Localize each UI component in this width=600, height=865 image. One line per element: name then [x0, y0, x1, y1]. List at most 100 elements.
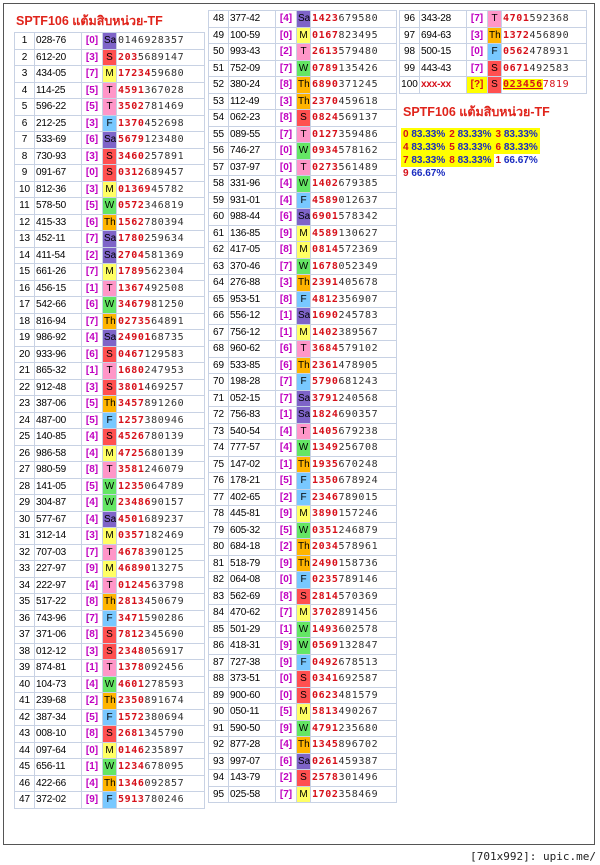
row-digit-value: 8 [283, 79, 289, 91]
row-digit: [4] [81, 444, 103, 462]
table-row: 55 089-55 [7] T 0127359486 [208, 125, 397, 143]
results-table-1: 1 028-76 [0] Sa 0146928357 2 612-20 [3] S 2035689… [14, 32, 205, 809]
sequence-tail: 345690 [144, 629, 185, 641]
row-digit: [4] [81, 494, 103, 512]
sequence-tail: 578342 [338, 211, 379, 223]
row-digit-value: 7 [474, 13, 480, 25]
digit-sequence: 3457891260 [116, 395, 205, 413]
sequence-tail: 579102 [338, 343, 379, 355]
digit-sequence: 3890157246 [310, 505, 397, 523]
row-digit: [4] [81, 510, 103, 528]
table-row: 47 372-02 [9] F 5913780246 [14, 791, 205, 809]
sequence-tail: 680139 [144, 447, 185, 459]
row-digit-value: 5 [89, 480, 95, 492]
sequence-head: 1423 [312, 13, 339, 25]
sequence-tail: 245783 [338, 310, 379, 322]
digit-sequence: 1680247953 [116, 362, 205, 380]
sequence-head: 17234 [118, 68, 152, 80]
row-index: 76 [208, 472, 229, 490]
row-code: 411-54 [34, 246, 82, 264]
row-code: 756-12 [228, 323, 276, 341]
row-digit: [1] [81, 279, 103, 297]
digit-sequence: 2490168735 [116, 329, 205, 347]
row-index: 59 [208, 191, 229, 209]
table-row: 50 993-43 [2] T 2613579480 [208, 43, 397, 61]
table-row: 22 912-48 [3] S 3801469257 [14, 378, 205, 396]
digit-sequence: 0934578162 [310, 142, 397, 160]
digit-sequence: 5913780246 [116, 791, 205, 809]
sequence-head: 3502 [118, 101, 145, 113]
row-code: 434-05 [34, 65, 82, 83]
sequence-head: 3684 [312, 343, 339, 355]
column-2: 48 377-42 [4] Sa 1423679580 49 100-59 [0] M 01678… [208, 10, 397, 803]
row-code: 986-58 [34, 444, 82, 462]
row-index: 9 [14, 164, 35, 182]
digit-sequence: 4526780139 [116, 428, 205, 446]
row-index: 50 [208, 43, 229, 61]
day-badge: M [296, 224, 311, 242]
row-digit-value: 5 [89, 84, 95, 96]
sequence-head: 1493 [312, 623, 339, 635]
row-index: 100 [399, 76, 420, 94]
row-digit-value: 8 [283, 590, 289, 602]
digit-sequence: 1257380946 [116, 411, 205, 429]
sequence-tail: 13275 [151, 563, 185, 575]
sequence-head: 01369 [118, 183, 152, 195]
sheet-title: SPTF106 แต้มสิบหน่วย-TF [16, 14, 163, 28]
sequence-tail: 246879 [338, 524, 379, 536]
sequence-head: 4589 [312, 194, 339, 206]
sequence-head: 0824 [312, 112, 339, 124]
digit-sequence: 1405679238 [310, 422, 397, 440]
row-digit: [4] [81, 576, 103, 594]
sequence-head: 7812 [118, 629, 145, 641]
table-row: 59 931-01 [4] F 4589012637 [208, 191, 397, 209]
table-row: 69 533-85 [6] Th 2361478905 [208, 356, 397, 374]
digit-sequence: 2350891674 [116, 692, 205, 710]
row-digit: [7] [81, 543, 103, 561]
digit-sequence: 1824690357 [310, 406, 397, 424]
row-digit-value: 8 [89, 629, 95, 641]
day-badge: S [102, 626, 117, 644]
sequence-tail: 789015 [338, 491, 379, 503]
row-digit: [7] [81, 263, 103, 281]
row-code: 140-85 [34, 428, 82, 446]
row-digit: [7] [275, 389, 297, 407]
row-digit-value: 1 [89, 761, 95, 773]
row-digit: [1] [275, 455, 297, 473]
table-row: 21 865-32 [1] T 1680247953 [14, 362, 205, 380]
stat-item: 8 83.33% [447, 153, 494, 167]
day-badge: S [102, 147, 117, 165]
sequence-head: 3457 [118, 398, 145, 410]
digit-sequence: 2814570369 [310, 587, 397, 605]
row-digit: [5] [81, 81, 103, 99]
table-row: 78 445-81 [9] M 3890157246 [208, 505, 397, 523]
sequence-head: 4591 [118, 84, 145, 96]
digit-sequence: 1402679385 [310, 175, 397, 193]
row-code: 756-83 [228, 406, 276, 424]
row-digit-value: 1 [89, 662, 95, 674]
sequence-tail: 182469 [144, 530, 185, 542]
row-digit: [6] [81, 131, 103, 149]
row-digit-value: 6 [283, 343, 289, 355]
row-index: 32 [14, 543, 35, 561]
row-digit: [5] [81, 411, 103, 429]
row-digit-value: 4 [283, 442, 289, 454]
column-3: 96 343-28 [7] T 4701592368 97 694-63 [3] Th 13724… [399, 10, 587, 180]
sequence-tail: 690357 [338, 409, 379, 421]
day-badge: T [102, 98, 117, 116]
day-badge: Sa [296, 406, 311, 424]
row-digit: [4] [81, 774, 103, 792]
day-badge: W [296, 521, 311, 539]
stat-digit: 3 [495, 128, 502, 140]
digit-sequence: 1723459680 [116, 65, 205, 83]
sequence-tail: 569137 [338, 112, 379, 124]
digit-sequence: 1493602578 [310, 620, 397, 638]
row-code: 707-03 [34, 543, 82, 561]
sequence-tail: 469257 [144, 381, 185, 393]
row-digit: [9] [275, 554, 297, 572]
row-digit: [9] [275, 505, 297, 523]
row-index: 71 [208, 389, 229, 407]
digit-sequence: 1690245783 [310, 307, 397, 325]
digit-sequence: 0467129583 [116, 345, 205, 363]
row-digit-value: 5 [89, 398, 95, 410]
